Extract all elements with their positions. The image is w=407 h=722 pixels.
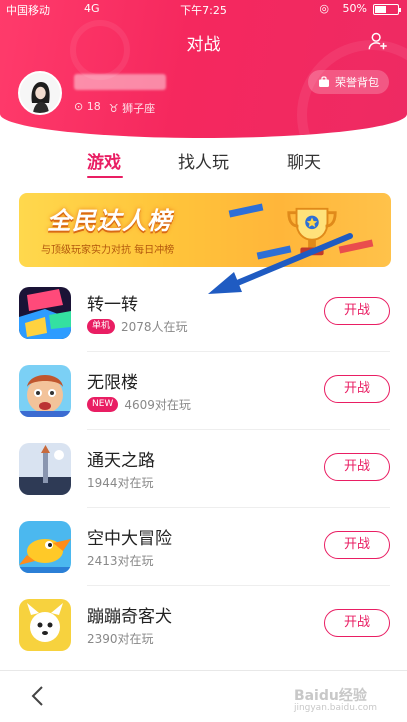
profile-header: 中国移动 4G 下午7:25 ◎ 50% 对战 ⊙ 18 ♉ 狮子座 荣誉背包 — [0, 0, 407, 138]
start-battle-button[interactable]: 开战 — [324, 297, 390, 325]
list-item[interactable]: 空中大冒险 2413对在玩 开战 — [0, 508, 407, 586]
banner-title: 全民达人榜 — [47, 207, 172, 235]
followers-count: 18 — [86, 100, 101, 113]
game-meta: 1944对在玩 — [87, 474, 154, 491]
page-title: 对战 — [186, 35, 221, 55]
game-name: 无限楼 — [87, 373, 138, 393]
list-item[interactable]: 无限楼 NEW 4609对在玩 开战 — [0, 352, 407, 430]
game-meta: 2390对在玩 — [87, 630, 154, 647]
tab-find-players[interactable]: 找人玩 — [178, 148, 229, 173]
start-battle-button[interactable]: 开战 — [324, 531, 390, 559]
game-badge: NEW — [87, 397, 119, 412]
active-tab-indicator — [87, 176, 123, 178]
bouncing-dog-icon — [19, 599, 71, 651]
list-item[interactable]: 通天之路 1944对在玩 开战 — [0, 430, 407, 508]
game-name: 转一转 — [87, 295, 138, 315]
game-meta: 单机 2078人在玩 — [87, 318, 188, 335]
game-meta: NEW 4609对在玩 — [87, 396, 191, 413]
players-count: 2413对在玩 — [87, 554, 154, 568]
players-count: 2390对在玩 — [87, 632, 154, 646]
battery-percent: 50% — [342, 2, 367, 15]
add-friend-icon[interactable] — [367, 30, 389, 52]
game-name: 空中大冒险 — [87, 529, 172, 549]
bag-icon — [319, 76, 329, 87]
honor-bag-label: 荣誉背包 — [335, 76, 379, 89]
banner-decoration — [228, 203, 264, 218]
list-item[interactable]: 转一转 单机 2078人在玩 开战 — [0, 274, 407, 352]
followers-stat: ⊙ 18 — [74, 100, 101, 113]
players-count: 2078人在玩 — [121, 320, 188, 334]
sky-road-icon — [19, 443, 71, 495]
start-battle-button[interactable]: 开战 — [324, 453, 390, 481]
username-redacted — [74, 74, 166, 90]
list-item[interactable]: 蹦蹦奇客犬 2390对在玩 开战 — [0, 586, 407, 664]
players-count: 1944对在玩 — [87, 476, 154, 490]
tab-games[interactable]: 游戏 — [87, 148, 121, 173]
tab-chat[interactable]: 聊天 — [287, 148, 321, 173]
avatar-image — [20, 73, 60, 113]
spin-game-icon — [19, 287, 71, 339]
avatar[interactable] — [18, 71, 62, 115]
bottom-toolbar: Baidu经验 jingyan.baidu.com — [0, 670, 407, 722]
status-bar: 中国移动 4G 下午7:25 ◎ 50% — [0, 0, 407, 18]
game-meta: 2413对在玩 — [87, 552, 154, 569]
banner-subtitle: 与顶级玩家实力对抗 每日冲榜 — [41, 245, 175, 256]
players-count: 4609对在玩 — [124, 398, 191, 412]
game-name: 通天之路 — [87, 451, 155, 471]
game-badge: 单机 — [87, 319, 116, 334]
zodiac-stat: ♉ 狮子座 — [108, 102, 156, 115]
rotation-lock-icon: ◎ — [319, 2, 329, 15]
infinite-tower-icon — [19, 365, 71, 417]
back-icon[interactable] — [30, 685, 44, 707]
watermark-brand: Baidu经验 — [293, 688, 367, 704]
profile-meta: ⊙ 18 ♉ 狮子座 — [74, 100, 155, 116]
honor-bag-button[interactable]: 荣誉背包 — [308, 70, 389, 94]
zodiac-label: 狮子座 — [122, 102, 156, 115]
tab-bar: 游戏 找人玩 聊天 — [0, 144, 407, 180]
watermark-url: jingyan.baidu.com — [293, 703, 377, 713]
start-battle-button[interactable]: 开战 — [324, 609, 390, 637]
air-adventure-icon — [19, 521, 71, 573]
start-battle-button[interactable]: 开战 — [324, 375, 390, 403]
game-name: 蹦蹦奇客犬 — [87, 607, 172, 627]
baidu-watermark: Baidu经验 jingyan.baidu.com — [294, 685, 377, 713]
battery-icon — [373, 4, 401, 15]
